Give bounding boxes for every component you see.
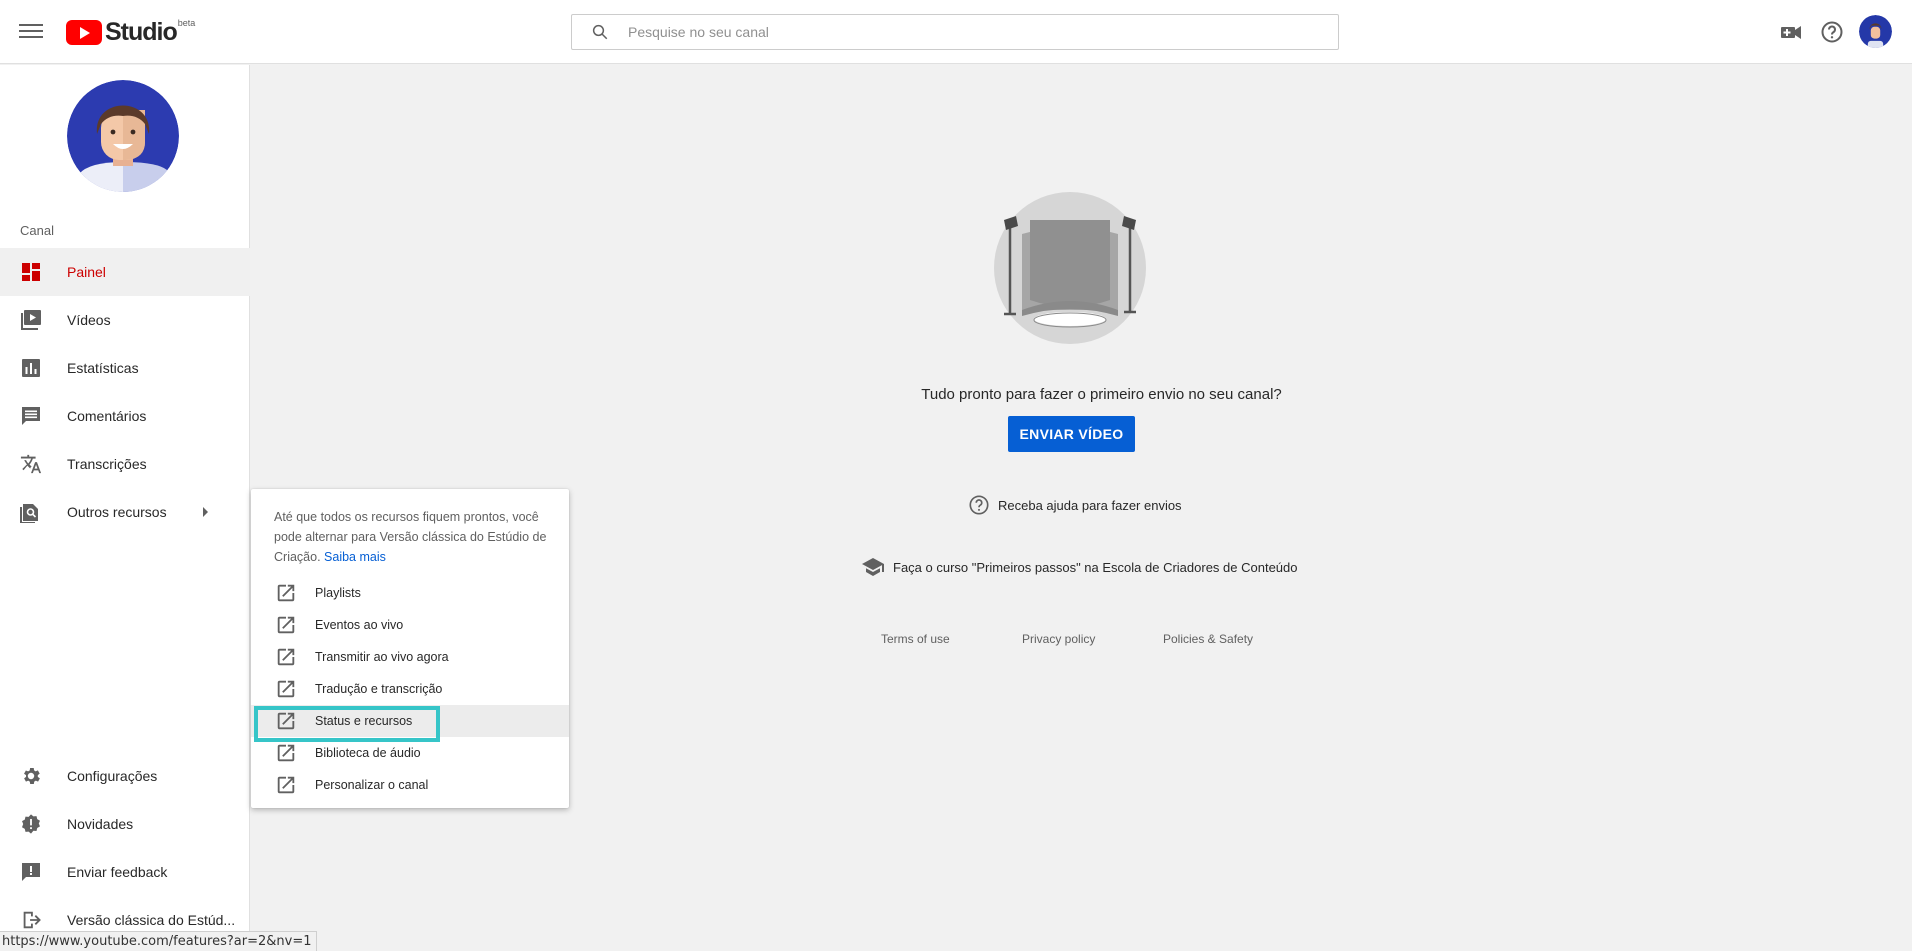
translate-icon (19, 452, 43, 476)
open-external-icon (277, 776, 295, 794)
popup-info-text: Até que todos os recursos fiquem prontos… (274, 510, 547, 564)
menu-item-personalizar-canal[interactable]: Personalizar o canal (251, 769, 569, 801)
privacy-link[interactable]: Privacy policy (1022, 632, 1095, 646)
other-features-popup: Até que todos os recursos fiquem prontos… (251, 489, 569, 808)
menu-item-eventos-ao-vivo[interactable]: Eventos ao vivo (251, 609, 569, 641)
terms-link[interactable]: Terms of use (881, 632, 950, 646)
search-bar[interactable] (571, 14, 1339, 50)
sidebar: Canal Painel Vídeos Estatísticas Comentá… (0, 65, 250, 951)
menu-item-biblioteca-audio[interactable]: Biblioteca de áudio (251, 737, 569, 769)
open-external-icon (277, 680, 295, 698)
channel-avatar[interactable] (67, 80, 179, 192)
menu-item-status-recursos[interactable]: Status e recursos (251, 705, 569, 737)
menu-item-label: Playlists (315, 586, 361, 600)
sidebar-item-outros-recursos[interactable]: Outros recursos (0, 488, 250, 536)
sidebar-item-label: Configurações (67, 768, 158, 784)
menu-item-transmitir-ao-vivo[interactable]: Transmitir ao vivo agora (251, 641, 569, 673)
account-avatar[interactable] (1859, 15, 1892, 48)
sidebar-item-videos[interactable]: Vídeos (0, 296, 250, 344)
alert-badge-icon (19, 812, 43, 836)
exit-icon (19, 908, 43, 932)
sidebar-item-estatisticas[interactable]: Estatísticas (0, 344, 250, 392)
upload-video-button[interactable]: ENVIAR VÍDEO (1008, 416, 1135, 452)
sidebar-item-label: Novidades (67, 816, 134, 832)
sidebar-item-label: Vídeos (67, 312, 111, 328)
video-library-icon (19, 308, 43, 332)
analytics-icon (19, 356, 43, 380)
sidebar-item-label: Comentários (67, 408, 147, 424)
gear-icon (19, 764, 43, 788)
dashboard-icon (19, 260, 43, 284)
menu-item-playlists[interactable]: Playlists (251, 577, 569, 609)
menu-item-label: Tradução e transcrição (315, 682, 443, 696)
upload-prompt: Tudo pronto para fazer o primeiro envio … (251, 386, 1912, 403)
open-external-icon (277, 744, 295, 762)
comment-icon (19, 404, 43, 428)
upload-prompt-text: Tudo pronto para fazer o primeiro envio … (921, 386, 1282, 403)
menu-item-label: Eventos ao vivo (315, 618, 404, 632)
logo-text: Studio (105, 17, 178, 46)
sidebar-item-novidades[interactable]: Novidades (0, 800, 250, 848)
menu-icon[interactable] (19, 21, 43, 43)
school-icon (862, 558, 884, 576)
sidebar-item-label: Outros recursos (67, 504, 167, 520)
sidebar-item-label: Painel (67, 264, 106, 280)
policies-link[interactable]: Policies & Safety (1163, 632, 1253, 646)
find-in-page-icon (19, 500, 43, 524)
sidebar-item-label: Enviar feedback (67, 864, 168, 880)
menu-item-traducao-transcricao[interactable]: Tradução e transcrição (251, 673, 569, 705)
create-video-icon[interactable] (1779, 20, 1803, 44)
open-external-icon (277, 712, 295, 730)
logo-badge: beta (177, 18, 196, 28)
youtube-logo-icon (66, 19, 102, 45)
menu-item-label: Status e recursos (315, 714, 413, 728)
sidebar-item-painel[interactable]: Painel (0, 248, 250, 296)
chevron-right-icon (203, 507, 208, 517)
sidebar-item-label: Transcrições (67, 456, 147, 472)
help-icon (969, 495, 989, 515)
help-icon[interactable] (1820, 20, 1844, 44)
sidebar-item-comentarios[interactable]: Comentários (0, 392, 250, 440)
section-label-canal: Canal (20, 223, 54, 238)
search-icon (592, 24, 608, 40)
open-external-icon (277, 648, 295, 666)
studio-illustration (994, 192, 1146, 344)
sidebar-item-enviar-feedback[interactable]: Enviar feedback (0, 848, 250, 896)
menu-item-label: Personalizar o canal (315, 778, 429, 792)
feedback-icon (19, 860, 43, 884)
studio-logo[interactable]: Studio beta (66, 18, 195, 46)
creator-course-label: Faça o curso "Primeiros passos" na Escol… (893, 559, 1298, 575)
menu-item-label: Biblioteca de áudio (315, 746, 421, 760)
creator-course-link[interactable]: Faça o curso "Primeiros passos" na Escol… (861, 555, 1298, 579)
search-input[interactable] (628, 24, 1338, 40)
sidebar-item-label: Versão clássica do Estúd... (67, 912, 236, 928)
popup-info: Até que todos os recursos fiquem prontos… (274, 507, 554, 567)
upload-help-link[interactable]: Receba ajuda para fazer envios (968, 494, 1182, 516)
sidebar-item-label: Estatísticas (67, 360, 139, 376)
top-header: Studio beta (0, 0, 1912, 64)
browser-status-url: https://www.youtube.com/features?ar=2&nv… (0, 931, 317, 951)
learn-more-link[interactable]: Saiba mais (324, 550, 386, 564)
upload-help-label: Receba ajuda para fazer envios (998, 497, 1182, 513)
sidebar-item-configuracoes[interactable]: Configurações (0, 752, 250, 800)
open-external-icon (277, 616, 295, 634)
open-external-icon (277, 584, 295, 602)
menu-item-label: Transmitir ao vivo agora (315, 650, 449, 664)
sidebar-item-transcricoes[interactable]: Transcrições (0, 440, 250, 488)
